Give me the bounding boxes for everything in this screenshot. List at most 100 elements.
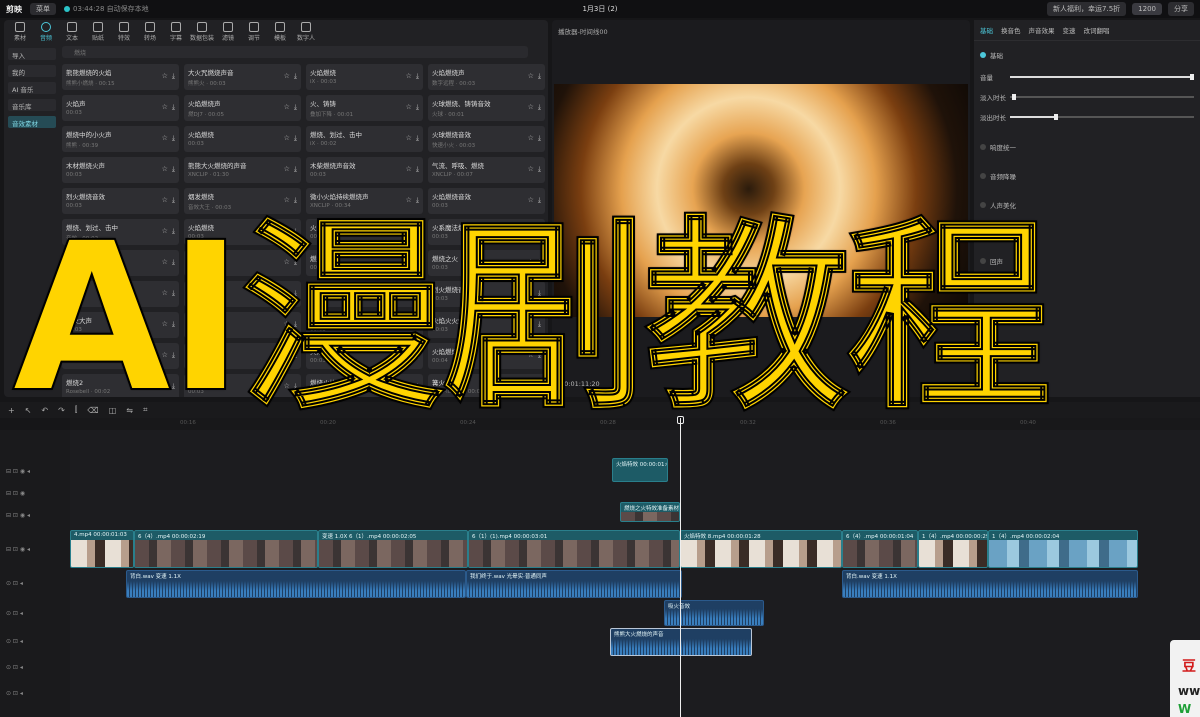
split-icon[interactable]: ⫿ (75, 405, 78, 415)
download-icon[interactable]: ⤓ (172, 134, 175, 143)
add-track-icon[interactable]: + (8, 406, 15, 415)
favorite-icon[interactable]: ☆ (162, 103, 168, 112)
download-icon[interactable]: ⤓ (416, 72, 419, 81)
download-icon[interactable]: ⤓ (294, 227, 297, 236)
download-icon[interactable]: ⤓ (294, 196, 297, 205)
favorite-icon[interactable]: ☆ (528, 320, 534, 329)
delete-icon[interactable]: ⌫ (87, 406, 98, 415)
tool-data-package[interactable]: 数据包装 (190, 22, 214, 42)
timeline-clip[interactable]: 6（4）.mp4 00:00:02:19 (134, 530, 318, 568)
audio-clip[interactable]: 吸火音效 (664, 600, 764, 626)
favorite-icon[interactable]: ☆ (162, 320, 168, 329)
favorite-icon[interactable]: ☆ (284, 289, 290, 298)
favorite-icon[interactable]: ☆ (406, 289, 412, 298)
loudness-row[interactable]: 响度统一 (980, 142, 1016, 152)
favorite-icon[interactable]: ☆ (284, 320, 290, 329)
sound-card[interactable]: 烈火大声 00:03 ☆ ⤓ (62, 312, 179, 338)
download-icon[interactable]: ⤓ (538, 382, 541, 391)
select-icon[interactable]: ↖ (25, 406, 32, 415)
track-header[interactable]: ⊙ ⊡ ◂ (6, 664, 23, 671)
download-icon[interactable]: ⤓ (294, 165, 297, 174)
volume-slider[interactable] (1010, 74, 1194, 80)
timeline-clip[interactable]: 变速 1.0X 6（1）.mp4 00:00:02:05 (318, 530, 468, 568)
favorite-icon[interactable]: ☆ (406, 165, 412, 174)
favorite-icon[interactable]: ☆ (528, 134, 534, 143)
favorite-icon[interactable]: ☆ (162, 289, 168, 298)
timeline-clip[interactable]: 6（4）.mp4 00:00:01:04 (842, 530, 918, 568)
sound-card[interactable]: 气流、呼吸、燃烧 XNCLIP · 00:07 ☆ ⤓ (428, 157, 545, 183)
export-resolution-button[interactable]: 1200 (1132, 3, 1162, 15)
download-icon[interactable]: ⤓ (538, 165, 541, 174)
favorite-icon[interactable]: ☆ (284, 196, 290, 205)
download-icon[interactable]: ⤓ (172, 227, 175, 236)
tool-caption[interactable]: 字幕 (164, 22, 188, 42)
sound-card[interactable]: 燃烧火焰 00:03 ☆ ⤓ (306, 374, 423, 397)
sound-card[interactable]: 烈火燃烧音效 00:03 ☆ ⤓ (62, 188, 179, 214)
sound-card[interactable]: 微小火焰持续燃烧声 XNCLIP · 00:34 ☆ ⤓ (306, 188, 423, 214)
sidebar-item-music-library[interactable]: 音乐库 (8, 99, 56, 111)
sound-card[interactable]: 烈火 00:02 ☆ ⤓ (62, 281, 179, 307)
favorite-icon[interactable]: ☆ (162, 165, 168, 174)
favorite-icon[interactable]: ☆ (406, 320, 412, 329)
sound-card[interactable]: 火焰燃烧 00:03 ☆ ⤓ (184, 126, 301, 152)
sidebar-item-ai-music[interactable]: AI 音乐 (8, 82, 56, 94)
track-header[interactable]: ⊟ ⊡ ◉ (6, 490, 25, 497)
download-icon[interactable]: ⤓ (538, 72, 541, 81)
timeline-clip[interactable]: 1（4）.mp4 00:00:02:04 (988, 530, 1138, 568)
sound-card[interactable]: 篝火燃烧 Rain-lonely · 00:03 ☆ ⤓ (428, 374, 545, 397)
favorite-icon[interactable]: ☆ (284, 72, 290, 81)
download-icon[interactable]: ⤓ (294, 289, 297, 298)
fade-in-slider[interactable] (1010, 94, 1194, 100)
sound-card[interactable]: 燃烧 00:03 ☆ ⤓ (306, 250, 423, 276)
download-icon[interactable]: ⤓ (538, 351, 541, 360)
mirror-icon[interactable]: ⇋ (126, 406, 133, 415)
favorite-icon[interactable]: ☆ (162, 72, 168, 81)
download-icon[interactable]: ⤓ (172, 165, 175, 174)
download-icon[interactable]: ⤓ (294, 72, 297, 81)
download-icon[interactable]: ⤓ (172, 72, 175, 81)
download-icon[interactable]: ⤓ (538, 103, 541, 112)
audio-clip[interactable]: 熊熊大火燃烧的声音 (610, 628, 752, 656)
favorite-icon[interactable]: ☆ (284, 227, 290, 236)
download-icon[interactable]: ⤓ (416, 196, 419, 205)
sound-card[interactable]: 火焰燃烧 00:03 ☆ ⤓ (306, 343, 423, 369)
section-basic[interactable]: 基础 (980, 50, 1003, 60)
sound-card[interactable]: 火焰火火燃烧 00:03 ☆ ⤓ (428, 312, 545, 338)
download-icon[interactable]: ⤓ (416, 320, 419, 329)
download-icon[interactable]: ⤓ (538, 196, 541, 205)
favorite-icon[interactable]: ☆ (528, 258, 534, 267)
sound-card[interactable]: 火焰声 00:03 ☆ ⤓ (62, 95, 179, 121)
timeline-ruler[interactable]: 00:16 00:20 00:24 00:28 00:32 00:36 00:4… (70, 418, 1200, 430)
sound-card[interactable]: 火灾烈焰燃烧噼啪火声音效 00:03 ☆ ⤓ (306, 219, 423, 245)
download-icon[interactable]: ⤓ (416, 227, 419, 236)
favorite-icon[interactable]: ☆ (528, 196, 534, 205)
sound-card[interactable]: 烈火燃烧音效 00:03 ☆ ⤓ (428, 281, 545, 307)
favorite-icon[interactable]: ☆ (406, 258, 412, 267)
favorite-icon[interactable]: ☆ (406, 227, 412, 236)
favorite-icon[interactable]: ☆ (284, 382, 290, 391)
menu-button[interactable]: 菜单 (30, 3, 56, 15)
track-header[interactable]: ⊟ ⊡ ◉ ◂ (6, 512, 30, 519)
sound-card[interactable]: 熊熊燃烧的火焰 熊熊小燃烧 · 00:15 ☆ ⤓ (62, 64, 179, 90)
sound-card[interactable]: 木材燃烧火声 00:03 ☆ ⤓ (62, 157, 179, 183)
download-icon[interactable]: ⤓ (416, 351, 419, 360)
favorite-icon[interactable]: ☆ (162, 196, 168, 205)
sound-card[interactable]: 燃烧之火 00:03 ☆ ⤓ (428, 250, 545, 276)
sound-card[interactable]: 击中 00:03 ☆ ⤓ (184, 281, 301, 307)
sound-card[interactable]: 火焰燃烧音效 00:03 ☆ ⤓ (428, 188, 545, 214)
fade-out-slider[interactable] (1010, 114, 1194, 120)
tool-effects[interactable]: 特效 (112, 22, 136, 42)
sidebar-item-sound-effects[interactable]: 音效素材 (8, 116, 56, 128)
track-header[interactable]: ⊙ ⊡ ◂ (6, 610, 23, 617)
download-icon[interactable]: ⤓ (294, 258, 297, 267)
sound-card[interactable]: 燃烧2 Rosebell · 00:02 ☆ ⤓ (62, 374, 179, 397)
download-icon[interactable]: ⤓ (294, 134, 297, 143)
timeline-clip[interactable]: 火焰特效 00:00:01:00 (612, 458, 668, 482)
favorite-icon[interactable]: ☆ (284, 165, 290, 174)
favorite-icon[interactable]: ☆ (528, 72, 534, 81)
sound-card[interactable]: 火球燃烧、铸铸音效 火球 · 00:01 ☆ ⤓ (428, 95, 545, 121)
sound-card[interactable]: 火、铸铸 叠加下降 · 00:01 ☆ ⤓ (306, 95, 423, 121)
playhead[interactable] (680, 418, 681, 717)
tool-filter[interactable]: 滤镜 (216, 22, 240, 42)
timeline-clip[interactable]: 4.mp4 00:00:01:03 (70, 530, 134, 568)
